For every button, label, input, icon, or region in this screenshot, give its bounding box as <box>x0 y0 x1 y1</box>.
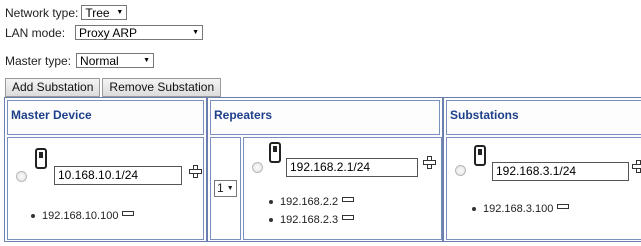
substations-body: 192.168.3.1/24 192.168.3.100 <box>446 137 641 240</box>
repeater-cell: 192.168.2.1/24 192.168.2.2 192.168.2.3 <box>243 137 442 240</box>
repeater-address: 192.168.2.3 <box>280 214 339 226</box>
device-icon <box>269 142 281 163</box>
master-type-row: Master type: Normal ▼ <box>5 53 155 68</box>
chevron-down-icon: ▼ <box>192 29 199 36</box>
add-substation-button[interactable]: Add Substation <box>5 78 101 97</box>
repeater-ip-input[interactable]: 192.168.2.1/24 <box>286 158 418 177</box>
list-item: 192.168.10.100 <box>31 210 135 222</box>
lan-mode-select[interactable]: Proxy ARP ▼ <box>75 25 203 40</box>
substation-radio[interactable] <box>455 165 466 176</box>
master-radio[interactable] <box>16 171 27 182</box>
plus-icon[interactable] <box>189 165 202 178</box>
substation-ip-input[interactable]: 192.168.3.1/24 <box>492 162 629 181</box>
chevron-down-icon: ▼ <box>226 185 234 192</box>
substation-address: 192.168.3.100 <box>483 203 554 215</box>
network-type-row: Network type: Tree ▼ <box>5 5 128 20</box>
master-type-select[interactable]: Normal ▼ <box>76 53 155 68</box>
repeater-count-value: 1 <box>217 181 224 195</box>
master-device-panel: Master Device 10.168.10.1/24 192.168.10.… <box>4 97 207 242</box>
repeater-radio[interactable] <box>252 162 263 173</box>
master-address: 192.168.10.100 <box>42 210 119 222</box>
plus-icon[interactable] <box>632 160 641 173</box>
master-ip-input[interactable]: 10.168.10.1/24 <box>54 166 182 185</box>
lan-mode-label: LAN mode: <box>5 25 66 40</box>
list-item: 192.168.2.2 <box>269 196 355 208</box>
toolbar: Add Substation Remove Substation <box>5 78 223 97</box>
master-type-value: Normal <box>80 53 119 68</box>
repeater-count-select[interactable]: 1 ▼ <box>214 180 237 197</box>
list-item: 192.168.2.3 <box>269 214 355 226</box>
master-device-body: 10.168.10.1/24 192.168.10.100 <box>7 137 204 240</box>
substations-header: Substations <box>446 100 641 135</box>
device-icon <box>474 145 486 166</box>
substations-panel: Substations 192.168.3.1/24 192.168.3.100 <box>443 97 641 242</box>
repeater-address: 192.168.2.2 <box>280 196 339 208</box>
plus-icon[interactable] <box>423 156 436 169</box>
minus-icon[interactable] <box>342 214 355 220</box>
minus-icon[interactable] <box>557 203 570 209</box>
network-type-label: Network type: <box>5 5 79 20</box>
master-type-label: Master type: <box>5 53 72 68</box>
list-item: 192.168.3.100 <box>472 203 570 215</box>
repeaters-panel: Repeaters 1 ▼ 192.168.2.1/24 192.168.2.2… <box>207 97 443 242</box>
repeaters-header: Repeaters <box>210 100 440 135</box>
chevron-down-icon: ▼ <box>143 57 151 64</box>
network-type-value: Tree <box>85 5 110 20</box>
minus-icon[interactable] <box>122 210 135 216</box>
lan-mode-value: Proxy ARP <box>79 25 138 40</box>
lan-mode-row: LAN mode: Proxy ARP ▼ <box>5 25 203 40</box>
minus-icon[interactable] <box>342 196 355 202</box>
chevron-down-icon: ▼ <box>116 9 124 16</box>
device-icon <box>35 148 47 169</box>
repeater-count-cell: 1 ▼ <box>210 137 241 240</box>
network-type-select[interactable]: Tree ▼ <box>81 5 128 20</box>
repeaters-body: 1 ▼ 192.168.2.1/24 192.168.2.2 192.168.2… <box>210 137 442 240</box>
remove-substation-button[interactable]: Remove Substation <box>102 78 222 97</box>
master-device-header: Master Device <box>7 100 204 135</box>
